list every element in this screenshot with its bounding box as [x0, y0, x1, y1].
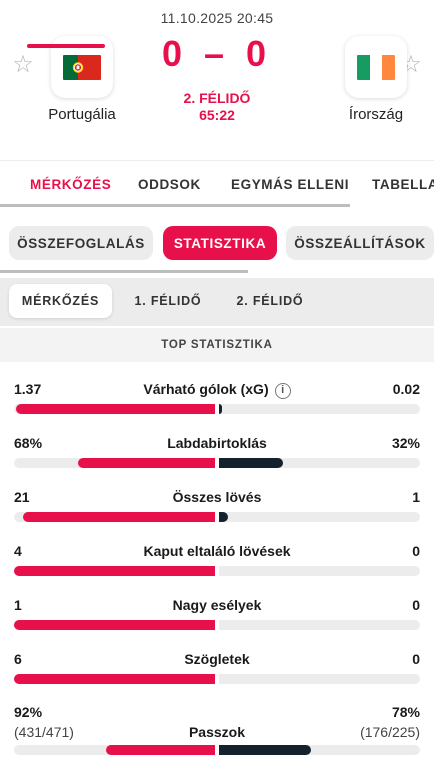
match-header: 11.10.2025 20:45 ☆ ☆ Portugália Írország… [0, 0, 434, 160]
bar-fill-home [16, 404, 215, 414]
stat-label: Szögletek [184, 651, 250, 667]
bar-track-home [14, 674, 215, 684]
bar-fill-away [219, 404, 222, 414]
stat-away-subvalue: (176/225) [360, 724, 420, 740]
tab-lineups[interactable]: ÖSSZEÁLLÍTÁSOK [286, 226, 434, 260]
bar-fill-home [23, 512, 215, 522]
bar-track-away [219, 566, 420, 576]
stat-row-big-chances: 1 Nagy esélyek 0 [0, 597, 434, 630]
stat-label-wrap: Várható gólok (xG) i [0, 381, 434, 399]
bar-track-home [14, 745, 215, 755]
section-title: TOP STATISZTIKA [0, 328, 434, 362]
tab-odds[interactable]: ODDSOK [138, 177, 201, 192]
tab-statistics[interactable]: STATISZTIKA [163, 226, 277, 260]
stat-bar [14, 745, 420, 755]
stat-away-value: 78% [391, 704, 420, 720]
stat-away-value: 0 [412, 597, 420, 613]
bar-track-away [219, 745, 420, 755]
bar-fill-away [219, 458, 284, 468]
tab-summary[interactable]: ÖSSZEFOGLALÁS [9, 226, 153, 260]
stat-away-value: 1 [412, 489, 420, 505]
stat-row-corners: 6 Szögletek 0 [0, 651, 434, 684]
bar-track-away [219, 458, 420, 468]
info-icon[interactable]: i [274, 383, 291, 399]
stat-label: Összes lövés [172, 489, 262, 505]
stat-row-total-shots: 21 Összes lövés 1 [0, 489, 434, 522]
stat-bar [14, 566, 420, 576]
stat-away-value: 0.02 [392, 381, 420, 397]
bar-track-home [14, 458, 215, 468]
bar-fill-away [219, 512, 229, 522]
stat-label: Labdabirtoklás [167, 435, 267, 451]
bar-track-away [219, 512, 420, 522]
bar-fill-home [106, 745, 215, 755]
tab-standings[interactable]: TABELLA [372, 177, 434, 192]
bar-track-home [14, 566, 215, 576]
stat-bar [14, 512, 420, 522]
match-score: 0 – 0 [161, 33, 273, 74]
bar-track-away [219, 674, 420, 684]
bar-fill-home [14, 674, 215, 684]
stat-row-shots-on-target: 4 Kaput eltaláló lövések 0 [0, 543, 434, 576]
bar-fill-home [78, 458, 215, 468]
stat-label: Várható gólok (xG) [143, 381, 269, 397]
sub-tab-bar: ÖSSZEFOGLALÁS STATISZTIKA ÖSSZEÁLLÍTÁSOK [0, 226, 434, 262]
match-clock: 65:22 [199, 107, 235, 123]
stat-row-possession: 68% Labdabirtoklás 32% [0, 435, 434, 468]
match-status: 2. FÉLIDŐ 65:22 [0, 90, 434, 124]
stat-bar [14, 620, 420, 630]
stat-home-value: 92% [14, 704, 43, 720]
bar-track-away [219, 404, 420, 414]
tab-head-to-head[interactable]: EGYMÁS ELLENI [231, 177, 349, 192]
bar-track-away [219, 620, 420, 630]
stat-bar [14, 674, 420, 684]
bar-fill-home [14, 620, 215, 630]
bar-fill-home [14, 566, 215, 576]
period-tab-second-half[interactable]: 2. FÉLIDŐ [222, 284, 318, 318]
stat-row-xg: 1.37 Várható gólok (xG) i 0.02 [0, 381, 434, 414]
main-tab-bar: MÉRKŐZÉS ODDSOK EGYMÁS ELLENI TABELLA [0, 160, 434, 208]
bar-track-home [14, 620, 215, 630]
stat-row-passes: 92% 78% (431/471) Passzok (176/225) [0, 704, 434, 755]
stat-label: Kaput eltaláló lövések [143, 543, 291, 559]
period-tab-match[interactable]: MÉRKŐZÉS [9, 284, 112, 318]
bar-fill-away [219, 745, 312, 755]
stat-away-value: 0 [412, 543, 420, 559]
match-period: 2. FÉLIDŐ [183, 90, 251, 106]
period-tab-bar: MÉRKŐZÉS 1. FÉLIDŐ 2. FÉLIDŐ [0, 278, 434, 326]
period-tab-first-half[interactable]: 1. FÉLIDŐ [120, 284, 216, 318]
stat-label: Nagy esélyek [172, 597, 262, 613]
stat-bar [14, 458, 420, 468]
main-tabs-scrollbar[interactable] [0, 204, 350, 207]
bar-track-home [14, 404, 215, 414]
stat-away-value: 32% [391, 435, 420, 451]
stat-bar [14, 404, 420, 414]
match-datetime: 11.10.2025 20:45 [160, 10, 274, 26]
sub-tabs-scrollbar[interactable] [0, 270, 248, 273]
bar-track-home [14, 512, 215, 522]
active-tab-indicator [27, 44, 105, 48]
tab-match[interactable]: MÉRKŐZÉS [30, 177, 111, 192]
stat-away-value: 0 [412, 651, 420, 667]
